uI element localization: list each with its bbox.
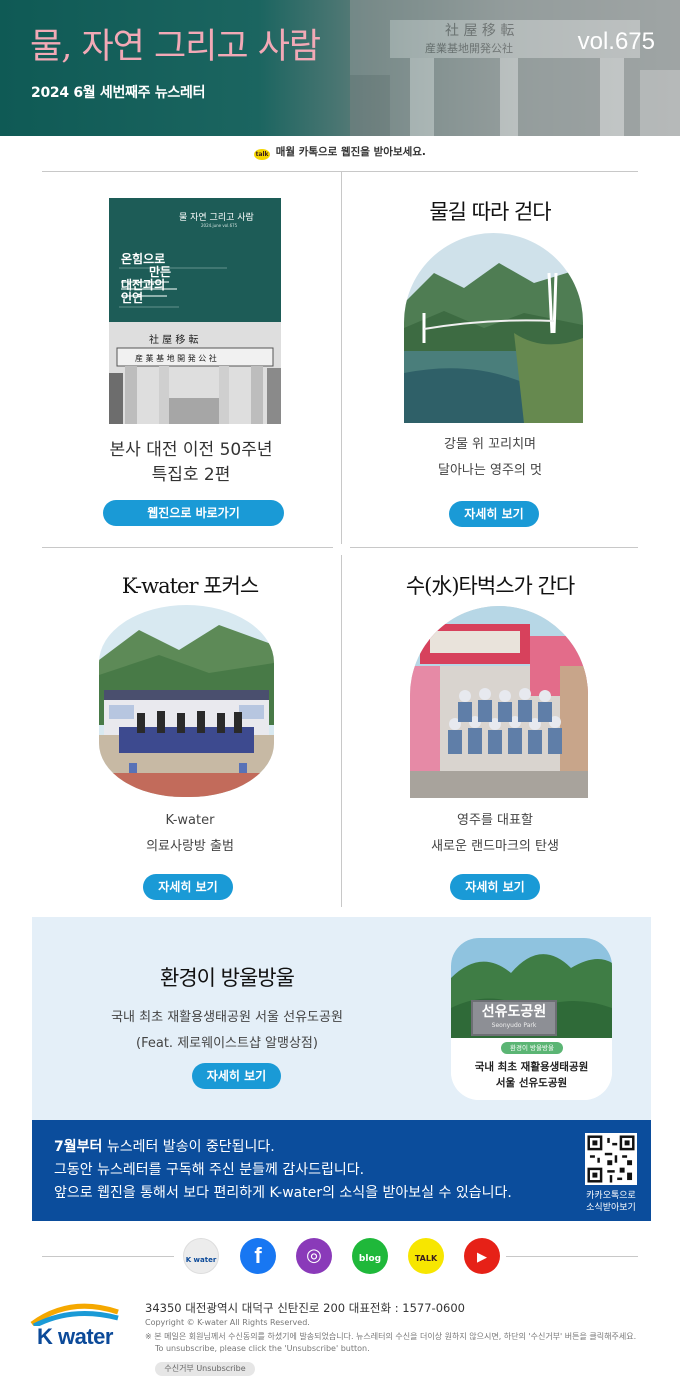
divider [42,547,333,548]
tabex-caption-line-1: 영주를 대표할 [457,813,533,828]
kakao-note-text: 매월 카톡으로 웹진을 받아보세요. [275,146,426,158]
header-gate-photo: 社 屋 移 転 産業基地開発公社 [350,0,680,136]
environment-line-1: 국내 최초 재활용생태공원 서울 선유도공원 [111,1010,343,1025]
notice-line-1-bold: 7월부터 [54,1139,103,1155]
youtube-icon-label: ▶ [477,1250,487,1265]
environment-section: 환경이 방울방울 국내 최초 재활용생태공원 서울 선유도공원 (Feat. 제… [32,917,651,1120]
tabex-title: 수(水)타벅스가 간다 [405,574,575,598]
notice-text: 7월부터 뉴스레터 발송이 중단됩니다. 그동안 뉴스레터를 구독해 주신 분들… [54,1136,512,1205]
newsletter-title: 물, 자연 그리고 사람 [30,27,321,67]
footer-notice-english: To unsubscribe, please click the 'Unsubs… [155,1344,370,1353]
tabex-caption: 영주를 대표할 새로운 랜드마크의 탄생 [342,808,648,860]
kwater-icon-label: K water [185,1256,217,1264]
kwater-icon[interactable]: K water [183,1238,219,1274]
facebook-icon-label: f [254,1243,262,1268]
focus-caption: K-water 의료사랑방 출범 [42,808,338,860]
water-road-caption: 강물 위 꼬리치며 달아나는 영주의 멋 [342,432,638,484]
notice-line-3: 앞으로 웹진을 통해서 보다 편리하게 K-water의 소식을 받아보실 수 … [54,1185,512,1201]
footer-copyright: Copyright © K-water All Rights Reserved. [145,1318,310,1327]
tabex-detail-button[interactable]: 자세히 보기 [450,874,540,900]
seonyudo-sign-name: 선유도공원 [481,1004,547,1020]
environment-description: 국내 최초 재활용생태공원 서울 선유도공원 (Feat. 제로웨이스트샵 알맹… [32,1005,422,1057]
seonyudo-caption: 국내 최초 재활용생태공원 서울 선유도공원 [451,1059,612,1091]
divider [42,171,638,172]
water-road-title: 물길 따라 걷다 [429,200,551,224]
volume-number: vol.675 [577,28,655,55]
environment-line-2: (Feat. 제로웨이스트샵 알맹상점) [136,1036,318,1051]
notice-line-2: 그동안 뉴스레터를 구독해 주신 분들께 감사드립니다. [54,1162,365,1178]
column-divider [341,172,342,544]
environment-title: 환경이 방울방울 [160,966,295,990]
kakao-icon: talk [254,149,271,160]
gate-sign-1: 社 屋 移 転 [149,335,199,346]
instagram-icon[interactable]: ◎ [296,1238,332,1274]
environment-detail-button[interactable]: 자세히 보기 [192,1063,281,1089]
water-road-caption-line-1: 강물 위 꼬리치며 [444,437,536,452]
blog-icon[interactable]: blog [352,1238,388,1274]
water-road-detail-button[interactable]: 자세히 보기 [449,501,539,527]
newsletter-end-notice: 7월부터 뉴스레터 발송이 중단됩니다. 그동안 뉴스레터를 구독해 주신 분들… [32,1120,651,1221]
seonyudo-sign-sub: Seonyudo Park [491,1022,537,1029]
seonyudo-caption-line-1: 국내 최초 재활용생태공원 [474,1061,589,1073]
kakao-subscribe-note[interactable]: talk 매월 카톡으로 웹진을 받아보세요. [0,144,680,160]
qr-caption-line-2: 소식받아보기 [586,1203,636,1213]
magazine-caption-line-2: 특집호 2편 [151,465,231,485]
tabex-caption-line-2: 새로운 랜드마크의 탄생 [431,839,559,854]
focus-caption-line-2: 의료사랑방 출범 [146,839,234,854]
qr-caption: 카카오톡으로 소식받아보기 [572,1190,650,1214]
focus-photo[interactable] [99,605,274,797]
water-road-photo[interactable] [404,233,583,423]
env-badge: 환경이 방울방울 [501,1042,563,1054]
footer-notice-korean: ※ 본 메일은 회원님께서 수신동의를 하셨기에 발송되었습니다. 뉴스레터의 … [145,1332,637,1341]
instagram-icon-label: ◎ [306,1245,322,1266]
newsletter-header: 社 屋 移 転 産業基地開発公社 물, 자연 그리고 사람 2024 6월 세번… [0,0,680,136]
tabex-photo[interactable] [410,606,588,798]
kakao-qr-code[interactable] [585,1133,637,1185]
magazine-caption: 본사 대전 이전 50주년 특집호 2편 [42,438,340,488]
newsletter-subtitle: 2024 6월 세번째주 뉴스레터 [31,85,206,101]
unsubscribe-button[interactable]: 수신거부 Unsubscribe [155,1362,255,1376]
webzine-link-button[interactable]: 웹진으로 바로가기 [103,500,284,526]
cover-title: 물 자연 그리고 사람 [179,213,254,223]
blog-icon-label: blog [358,1254,382,1264]
gate-sign-2: 産 業 基 地 開 発 公 社 [135,354,217,363]
seonyudo-sign: 선유도공원 Seonyudo Park [471,1000,557,1036]
cover-headline-4: 인연 [121,291,144,305]
cover-issue: 2024.june vol.675 [201,223,238,228]
facebook-icon[interactable]: f [240,1238,276,1274]
svg-text:社 屋 移 転: 社 屋 移 転 [445,23,514,39]
focus-caption-line-1: K-water [165,813,215,828]
kakaotalk-icon[interactable]: TALK [408,1238,444,1274]
focus-title: K-water 포커스 [121,574,259,598]
magazine-caption-line-1: 본사 대전 이전 50주년 [109,440,273,460]
svg-text:産業基地開発公社: 産業基地開発公社 [425,41,513,55]
divider [42,1256,174,1257]
notice-line-1: 7월부터 뉴스레터 발송이 중단됩니다. [54,1136,512,1159]
kwater-logo-text: K water [37,1324,113,1349]
kakaotalk-icon-label: TALK [414,1254,438,1263]
divider [350,547,638,548]
divider [506,1256,638,1257]
seonyudo-photo-card[interactable]: 선유도공원 Seonyudo Park 환경이 방울방울 국내 최초 재활용생태… [451,938,612,1100]
notice-line-1-rest: 뉴스레터 발송이 중단됩니다. [102,1139,275,1155]
youtube-icon[interactable]: ▶ [464,1238,500,1274]
water-road-caption-line-2: 달아나는 영주의 멋 [438,463,542,478]
focus-detail-button[interactable]: 자세히 보기 [143,874,233,900]
qr-caption-line-1: 카카오톡으로 [586,1191,636,1201]
kwater-logo-icon [30,1303,119,1326]
footer-address: 34350 대전광역시 대덕구 신탄진로 200 대표전화 : 1577-060… [145,1301,465,1315]
seonyudo-caption-line-2: 서울 선유도공원 [495,1077,568,1089]
magazine-cover-image[interactable]: 물 자연 그리고 사람 2024.june vol.675 온힘으로 만든 대전… [109,198,281,424]
